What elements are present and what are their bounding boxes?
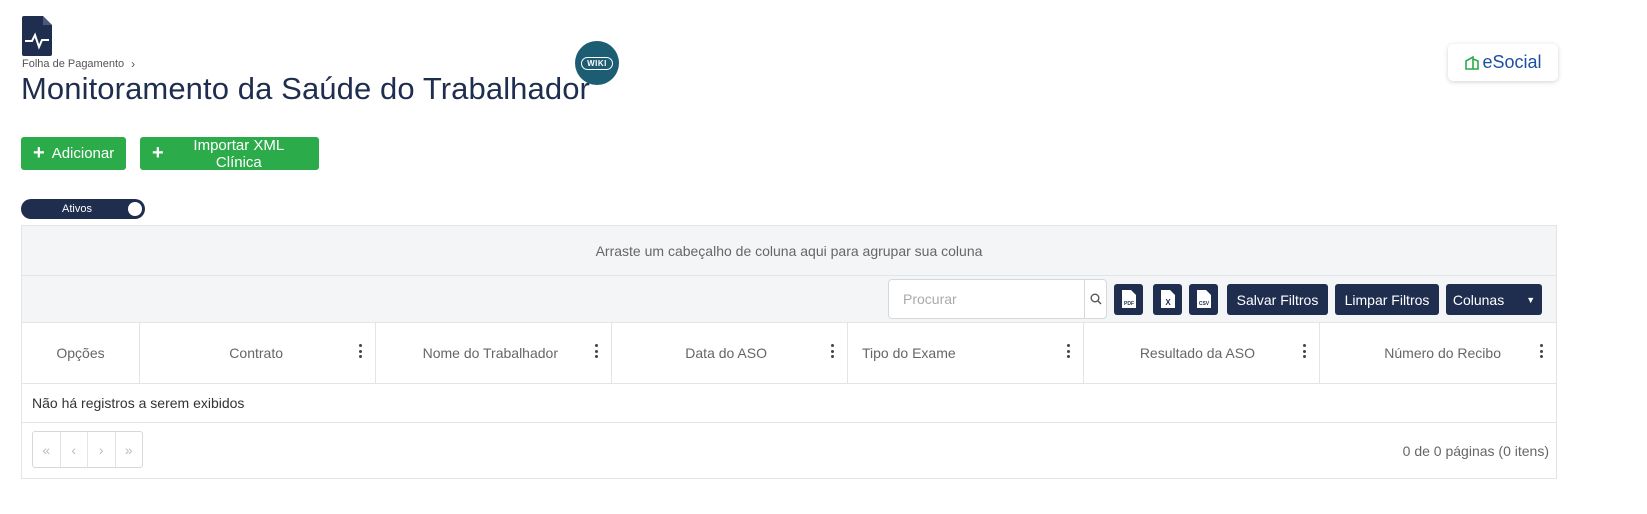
plus-icon: + — [152, 141, 164, 164]
search-box — [888, 279, 1107, 319]
grid-header-row: Opções Contrato Nome do Trabalhador Data… — [22, 323, 1556, 384]
esocial-logo-text: eSocial — [1482, 52, 1542, 72]
save-filters-button[interactable]: Salvar Filtros — [1227, 284, 1328, 315]
column-header-nome-trabalhador[interactable]: Nome do Trabalhador — [376, 323, 612, 383]
plus-icon: + — [33, 141, 45, 164]
svg-text:CSV: CSV — [1198, 301, 1209, 307]
columns-dropdown-label: Colunas — [1452, 291, 1505, 308]
breadcrumb: Folha de Pagamento › — [22, 57, 135, 71]
columns-dropdown-button[interactable]: Colunas ▼ — [1446, 284, 1542, 315]
esocial-logo-icon — [1465, 55, 1480, 70]
excel-export-icon[interactable]: X — [1153, 284, 1182, 315]
pdf-export-icon[interactable]: PDF — [1114, 284, 1143, 315]
pager: « ‹ › » — [32, 431, 143, 468]
chevron-right-icon: › — [131, 57, 136, 71]
column-header-label: Número do Recibo — [1384, 345, 1501, 361]
empty-message: Não há registros a serem exibidos — [22, 384, 1556, 423]
data-grid: Arraste um cabeçalho de coluna aqui para… — [21, 225, 1557, 479]
wiki-button[interactable]: WIKI — [575, 41, 619, 85]
grid-toolbar: PDF X CSV Salvar Filtros Limpar Filtros … — [22, 276, 1556, 323]
first-page-button[interactable]: « — [33, 432, 61, 467]
active-filter-toggle[interactable]: Ativos — [21, 199, 145, 219]
column-menu-icon[interactable] — [830, 344, 834, 358]
svg-text:PDF: PDF — [1124, 301, 1134, 307]
svg-text:X: X — [1165, 298, 1171, 307]
add-button[interactable]: + Adicionar — [21, 137, 126, 170]
next-page-button[interactable]: › — [88, 432, 116, 467]
column-menu-icon[interactable] — [1066, 344, 1070, 358]
pager-info: 0 de 0 páginas (0 itens) — [1402, 443, 1549, 459]
column-header-label: Nome do Trabalhador — [422, 345, 558, 361]
health-monitor-document-icon — [22, 16, 52, 56]
search-icon[interactable] — [1084, 280, 1106, 318]
caret-down-icon: ▼ — [1526, 294, 1536, 305]
column-menu-icon[interactable] — [594, 344, 598, 358]
pager-row: « ‹ › » 0 de 0 páginas (0 itens) — [22, 423, 1556, 479]
column-header-label: Contrato — [229, 345, 283, 361]
group-panel[interactable]: Arraste um cabeçalho de coluna aqui para… — [22, 226, 1556, 276]
column-header-tipo-exame[interactable]: Tipo do Exame — [848, 323, 1084, 383]
import-xml-clinic-button[interactable]: + Importar XML Clínica — [140, 136, 319, 171]
esocial-logo: eSocial — [1448, 44, 1558, 81]
group-panel-text: Arraste um cabeçalho de coluna aqui para… — [595, 242, 983, 259]
prev-page-button[interactable]: ‹ — [61, 432, 88, 467]
column-header-data-aso[interactable]: Data do ASO — [612, 323, 848, 383]
column-header-label: Tipo do Exame — [862, 345, 956, 361]
import-xml-clinic-button-label: Importar XML Clínica — [193, 136, 285, 171]
last-page-button[interactable]: » — [116, 432, 143, 467]
wiki-label: WIKI — [581, 56, 613, 70]
empty-message-text: Não há registros a serem exibidos — [32, 395, 245, 411]
column-menu-icon[interactable] — [358, 344, 362, 358]
toggle-knob — [128, 202, 142, 216]
column-header-numero-recibo[interactable]: Número do Recibo — [1320, 323, 1556, 383]
page-title: Monitoramento da Saúde do Trabalhador — [21, 71, 590, 106]
add-button-label: Adicionar — [51, 145, 115, 162]
clear-filters-button[interactable]: Limpar Filtros — [1335, 284, 1439, 315]
column-header-label: Opções — [56, 345, 105, 361]
search-input[interactable] — [889, 280, 1084, 318]
active-filter-toggle-label: Ativos — [62, 203, 92, 215]
csv-export-icon[interactable]: CSV — [1189, 284, 1218, 315]
column-menu-icon[interactable] — [1539, 344, 1543, 358]
breadcrumb-item-folha-de-pagamento[interactable]: Folha de Pagamento — [22, 58, 124, 70]
column-header-label: Resultado da ASO — [1139, 345, 1255, 361]
column-header-label: Data do ASO — [685, 345, 767, 361]
column-menu-icon[interactable] — [1302, 344, 1306, 358]
column-header-resultado-aso[interactable]: Resultado da ASO — [1084, 323, 1320, 383]
column-header-opcoes[interactable]: Opções — [22, 323, 140, 383]
column-header-contrato[interactable]: Contrato — [140, 323, 376, 383]
